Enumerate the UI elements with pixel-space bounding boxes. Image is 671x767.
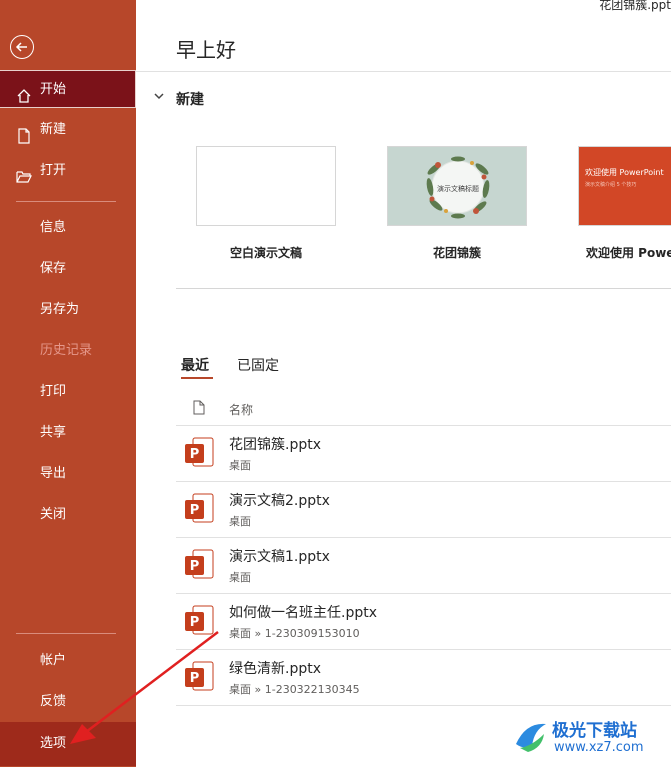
file-type-column-icon xyxy=(193,400,205,415)
powerpoint-file-icon: P xyxy=(184,548,214,582)
svg-text:P: P xyxy=(190,615,200,630)
welcome-thumb-subtitle: 演示文稿介绍 5 个技巧 xyxy=(585,182,637,188)
sidebar-item-open[interactable]: 打开 xyxy=(0,152,136,190)
file-location: 桌面 xyxy=(229,515,251,528)
sidebar-item-label: 保存 xyxy=(40,261,67,276)
window-file-title: 花团锦簇.ppt xyxy=(599,0,671,12)
sidebar-item-label: 新建 xyxy=(40,122,67,137)
page-title: 早上好 xyxy=(176,38,236,62)
file-location: 桌面 » 1-230322130345 xyxy=(229,683,360,696)
sidebar-item-label: 信息 xyxy=(40,220,67,235)
sidebar-item-home[interactable]: 开始 xyxy=(0,70,136,108)
new-file-icon xyxy=(16,122,32,144)
powerpoint-file-icon: P xyxy=(184,492,214,526)
template-blank-thumbnail[interactable] xyxy=(196,146,336,226)
recent-file-row[interactable]: P 演示文稿1.pptx 桌面 xyxy=(176,538,671,594)
header-divider xyxy=(136,71,671,72)
name-column-header[interactable]: 名称 xyxy=(229,401,253,418)
svg-text:P: P xyxy=(190,559,200,574)
sidebar-item-close[interactable]: 关闭 xyxy=(0,496,136,534)
powerpoint-file-icon: P xyxy=(184,436,214,470)
sidebar-item-label: 导出 xyxy=(40,466,67,481)
sidebar-item-feedback[interactable]: 反馈 xyxy=(0,683,136,721)
new-section-title[interactable]: 新建 xyxy=(176,89,204,109)
template-blank-label[interactable]: 空白演示文稿 xyxy=(230,244,302,261)
file-name: 如何做一名班主任.pptx xyxy=(229,605,377,621)
watermark-text: 极光下载站 xyxy=(552,721,637,741)
recent-file-row[interactable]: P 花团锦簇.pptx 桌面 xyxy=(176,426,671,482)
sidebar-item-label: 反馈 xyxy=(40,694,67,709)
recent-file-row[interactable]: P 绿色清新.pptx 桌面 » 1-230322130345 xyxy=(176,650,671,706)
sidebar-item-label: 选项 xyxy=(40,736,67,751)
file-name: 花团锦簇.pptx xyxy=(229,437,321,453)
chevron-down-icon[interactable] xyxy=(152,88,166,102)
file-name: 演示文稿2.pptx xyxy=(229,493,330,509)
sidebar-item-history: 历史记录 xyxy=(0,332,136,370)
powerpoint-file-icon: P xyxy=(184,604,214,638)
sidebar-item-print[interactable]: 打印 xyxy=(0,373,136,411)
file-name: 演示文稿1.pptx xyxy=(229,549,330,565)
home-icon xyxy=(16,82,32,103)
file-location: 桌面 » 1-230309153010 xyxy=(229,627,360,640)
sidebar-item-label: 开始 xyxy=(40,82,67,97)
sidebar-item-label: 打印 xyxy=(40,384,67,399)
sidebar-item-label: 另存为 xyxy=(40,302,80,317)
template-welcome-thumbnail[interactable]: 欢迎使用 PowerPoint 演示文稿介绍 5 个技巧 xyxy=(578,146,671,226)
sidebar-item-export[interactable]: 导出 xyxy=(0,455,136,493)
open-folder-icon xyxy=(16,163,32,183)
recent-file-row[interactable]: P 演示文稿2.pptx 桌面 xyxy=(176,482,671,538)
site-watermark: 极光下载站 www.xz7.com xyxy=(512,716,662,764)
sidebar-item-share[interactable]: 共享 xyxy=(0,414,136,452)
sidebar-item-label: 关闭 xyxy=(40,507,67,522)
watermark-logo-icon xyxy=(516,723,546,752)
template-floral-thumbnail[interactable]: 演示文稿标题 xyxy=(387,146,527,226)
template-floral-label[interactable]: 花团锦簇 xyxy=(433,244,481,261)
sidebar-item-label: 打开 xyxy=(40,163,67,178)
svg-text:P: P xyxy=(190,447,200,462)
tab-pinned[interactable]: 已固定 xyxy=(237,355,279,375)
sidebar-item-label: 历史记录 xyxy=(40,343,93,358)
recent-file-row[interactable]: P 如何做一名班主任.pptx 桌面 » 1-230309153010 xyxy=(176,594,671,650)
sidebar-item-options[interactable]: 选项 xyxy=(0,722,136,766)
sidebar-divider xyxy=(16,201,116,202)
floral-thumb-text: 演示文稿标题 xyxy=(437,184,479,193)
section-divider xyxy=(176,288,671,289)
sidebar-item-account[interactable]: 帐户 xyxy=(0,642,136,680)
powerpoint-file-icon: P xyxy=(184,660,214,694)
sidebar-divider xyxy=(16,633,116,634)
active-tab-indicator xyxy=(181,377,213,379)
watermark-url: www.xz7.com xyxy=(554,740,644,755)
file-location: 桌面 xyxy=(229,459,251,472)
sidebar-item-label: 帐户 xyxy=(40,653,67,668)
sidebar-item-info[interactable]: 信息 xyxy=(0,209,136,247)
backstage-sidebar: 开始 新建 打开 信息 保存 另存为 历史记录 打印 共享 导出 关闭 帐户 反… xyxy=(0,0,136,767)
welcome-thumb-title: 欢迎使用 PowerPoint xyxy=(585,168,664,177)
sidebar-item-save[interactable]: 保存 xyxy=(0,250,136,288)
sidebar-item-save-as[interactable]: 另存为 xyxy=(0,291,136,329)
sidebar-item-new[interactable]: 新建 xyxy=(0,111,136,149)
floral-wreath-image: 演示文稿标题 xyxy=(426,156,490,219)
back-arrow-icon[interactable] xyxy=(10,35,34,59)
svg-text:P: P xyxy=(190,503,200,518)
sidebar-item-label: 共享 xyxy=(40,425,67,440)
svg-text:P: P xyxy=(190,671,200,686)
file-location: 桌面 xyxy=(229,571,251,584)
file-name: 绿色清新.pptx xyxy=(229,661,321,677)
tab-recent[interactable]: 最近 xyxy=(181,355,209,375)
template-welcome-label[interactable]: 欢迎使用 Powe xyxy=(586,244,671,261)
